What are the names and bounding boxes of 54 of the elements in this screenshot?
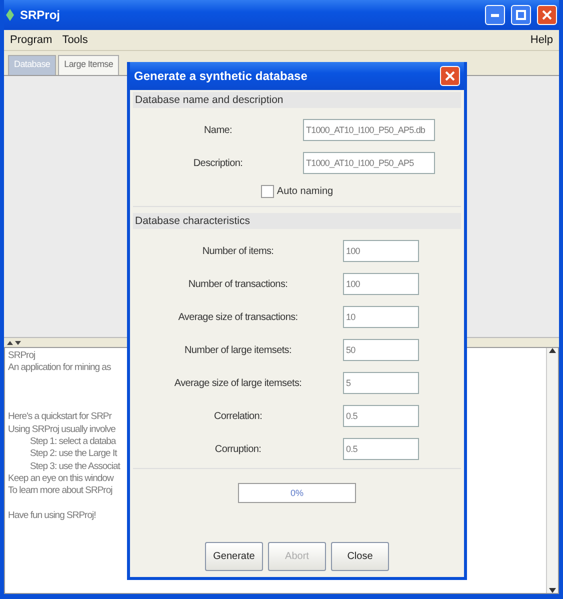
field-label: Corruption: — [214, 444, 262, 454]
field-label: Number of large itemsets: — [184, 344, 292, 356]
menu-item[interactable]: Program — [10, 34, 52, 46]
field-label: Number of transactions: — [187, 278, 289, 290]
log-line: Keep an eye on this window — [8, 472, 114, 486]
dialog-button[interactable]: Close — [331, 542, 389, 571]
input-field[interactable]: 5 — [343, 372, 419, 394]
input-field[interactable]: 100 — [343, 273, 419, 295]
input-field[interactable]: T1000_AT10_I100_P50_AP5 — [303, 152, 435, 174]
close-icon — [542, 10, 552, 20]
input-field[interactable]: 0.5 — [343, 405, 419, 427]
tab[interactable]: Large Itemse — [58, 55, 120, 75]
minimize-icon — [491, 14, 499, 16]
scroll-up-icon[interactable] — [549, 348, 556, 353]
input-field[interactable]: T1000_AT10_I100_P50_AP5.db — [303, 119, 435, 141]
checkbox-label: Auto naming — [276, 186, 334, 197]
field-label: Description: — [192, 158, 244, 168]
maximize-button[interactable] — [511, 5, 531, 25]
input-field[interactable]: 0.5 — [343, 438, 419, 460]
menu-item[interactable]: Help — [530, 34, 553, 46]
log-line: To learn more about SRProj — [8, 485, 112, 498]
menu-item[interactable]: Tools — [62, 34, 88, 46]
close-button[interactable] — [537, 5, 557, 25]
progress-reading: 0% — [290, 488, 304, 498]
input-field[interactable]: 10 — [343, 306, 419, 328]
log-line: Step 1: select a databa — [29, 436, 116, 448]
input-field[interactable]: 100 — [343, 240, 419, 262]
window-title: SRProj — [20, 8, 62, 22]
log-line: SRProj — [8, 350, 36, 362]
log-line: An application for mining as — [8, 362, 111, 375]
splitter-arrows-icon[interactable] — [7, 340, 21, 346]
log-line: Step 2: use the Large It — [29, 448, 117, 461]
log-line: Step 3: use the Associat — [29, 460, 120, 473]
input-field[interactable]: 50 — [343, 339, 419, 361]
checkbox[interactable] — [260, 185, 274, 198]
app-icon — [6, 9, 14, 21]
scroll-down-icon[interactable] — [549, 588, 556, 593]
dialog-button[interactable]: Generate — [205, 542, 263, 571]
scrollbar[interactable] — [546, 348, 558, 593]
close-button[interactable] — [440, 66, 460, 86]
log-line: Here's a quickstart for SRPr — [8, 411, 112, 424]
field-label: Average size of large itemsets: — [173, 378, 303, 388]
maximize-icon — [516, 10, 526, 20]
log-line: Using SRProj usually involve — [8, 424, 116, 436]
field-label: Number of items: — [201, 246, 275, 256]
minimize-button[interactable] — [485, 5, 505, 25]
section-title: Database name and description — [133, 92, 461, 108]
log-line: Have fun using SRProj! — [8, 510, 96, 522]
dialog-title: Generate a synthetic database — [134, 69, 308, 83]
close-icon — [445, 71, 455, 81]
field-label: Correlation: — [212, 410, 264, 422]
section-title: Database characteristics — [133, 213, 461, 229]
field-label: Name: — [203, 124, 233, 136]
field-label: Average size of transactions: — [177, 312, 299, 322]
